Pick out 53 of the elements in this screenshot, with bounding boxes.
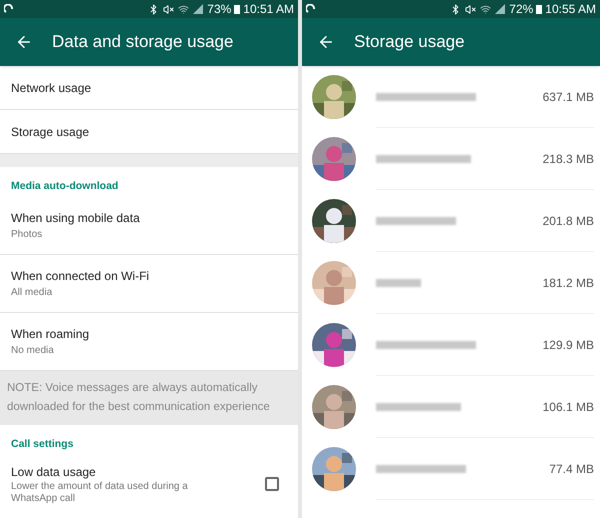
item-title: Storage usage	[11, 124, 90, 140]
screen-title: Data and storage usage	[52, 31, 234, 54]
back-icon	[317, 33, 335, 51]
storage-size: 129.9 MB	[542, 336, 594, 354]
item-title: Low data usage	[11, 464, 97, 480]
section-header: Media auto-download	[10, 179, 120, 194]
storage-size: 218.3 MB	[542, 150, 594, 168]
bluetooth-icon	[450, 4, 462, 14]
contact-row[interactable]: 181.2 MB	[302, 252, 600, 314]
item-subtitle: All media	[11, 286, 54, 300]
note-text: NOTE: Voice messages are always automatically downloaded for the best communication experience	[7, 380, 271, 415]
wifi-icon	[178, 4, 190, 14]
item-title: When using mobile data	[11, 210, 141, 227]
mute-icon	[163, 4, 174, 14]
item-subtitle: Photos	[11, 228, 44, 242]
settings-item[interactable]: When connected on Wi-Fi All media	[0, 254, 298, 313]
notification-icon	[306, 4, 316, 14]
settings-item[interactable]: When using mobile data Photos	[0, 196, 298, 255]
section-header: Call settings	[10, 436, 74, 452]
notification-icon	[4, 4, 14, 14]
item-title: When connected on Wi-Fi	[11, 268, 150, 285]
settings-item[interactable]: Network usage	[0, 66, 298, 110]
battery-icon	[536, 4, 542, 14]
wifi-icon	[480, 4, 492, 14]
back-icon	[15, 33, 33, 51]
contact-row[interactable]: 129.9 MB	[302, 314, 600, 376]
storage-size: 181.2 MB	[542, 274, 594, 292]
item-subtitle: Lower the amount of data used during a WhatsApp call	[11, 480, 189, 504]
contact-row[interactable]: 637.1 MB	[302, 66, 600, 128]
item-subtitle: No media	[11, 344, 55, 358]
storage-size: 106.1 MB	[542, 398, 594, 416]
storage-size: 77.4 MB	[549, 460, 594, 478]
checkbox[interactable]	[265, 476, 279, 490]
battery-percent: 72%	[509, 1, 534, 18]
blurred-name	[376, 278, 421, 286]
storage-size: 637.1 MB	[542, 88, 594, 106]
contact-row[interactable]: 218.3 MB	[302, 128, 600, 190]
bluetooth-icon	[148, 4, 160, 14]
battery-percent: 73%	[207, 1, 232, 18]
contact-row[interactable]: 201.8 MB	[302, 190, 600, 252]
storage-size: 201.8 MB	[542, 212, 594, 230]
mute-icon	[465, 4, 476, 14]
signal-icon	[193, 4, 204, 14]
settings-item[interactable]: Low data usage Lower the amount of data used during a WhatsApp call	[0, 454, 298, 512]
signal-icon	[495, 4, 506, 14]
clock: 10:51 AM	[243, 1, 294, 18]
screen-title: Storage usage	[354, 31, 465, 54]
item-title: Network usage	[11, 80, 92, 96]
battery-icon	[234, 4, 240, 14]
item-title: When roaming	[11, 326, 90, 343]
contact-row[interactable]: 77.4 MB	[302, 438, 600, 500]
contact-row[interactable]: 106.1 MB	[302, 376, 600, 438]
clock: 10:55 AM	[545, 1, 596, 18]
